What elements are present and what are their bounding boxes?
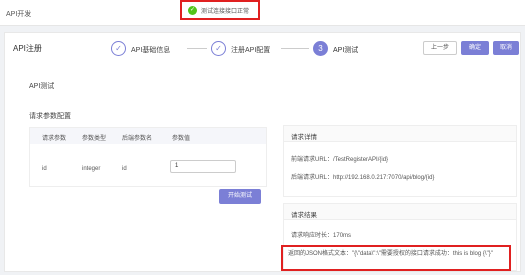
column-header: 参数值 (172, 136, 191, 142)
step-2-label: 注册API配置 (231, 47, 271, 54)
column-header: 后端参数名 (122, 136, 153, 142)
param-name-cell: id (42, 166, 47, 172)
duration-label: 请求响应时长： (291, 233, 334, 239)
step-connector (281, 48, 309, 49)
request-result-title: 请求结果 (291, 212, 317, 219)
column-header: 请求参数 (42, 136, 67, 142)
main-panel: API注册 ✓ API基础信息 ✓ 注册API配置 3 API测试 上一步 确定… (4, 32, 521, 272)
param-type-cell: integer (82, 166, 101, 172)
card-header: 请求详情 (284, 126, 516, 142)
step-3-label: API测试 (333, 47, 359, 54)
frontend-url-value: /TestRegisterAPI/{id} (333, 157, 389, 163)
step-1-label: API基础信息 (131, 47, 171, 54)
step-1-check-icon: ✓ (111, 41, 126, 56)
duration-value: 170ms (333, 233, 352, 239)
test-section-title: API测试 (29, 83, 55, 90)
top-bar: API开发 (0, 0, 525, 26)
request-details-title: 请求详情 (291, 134, 317, 141)
frontend-url-label: 前端请求URL： (291, 157, 334, 163)
step-connector (187, 48, 207, 49)
previous-step-button[interactable]: 上一步 (423, 41, 457, 55)
request-details-card: 请求详情 前端请求URL：/TestRegisterAPI/{id} 后端请求U… (283, 125, 517, 197)
cancel-button[interactable]: 取消 (493, 41, 519, 55)
params-table: 请求参数 参数类型 后端参数名 参数值 id integer id 1 (29, 127, 267, 187)
response-highlight-box: 返回的JSON格式文本："{\"data\":\"需要授权的接口请求成功：thi… (281, 245, 511, 271)
frontend-url-line: 前端请求URL：/TestRegisterAPI/{id} (291, 154, 388, 163)
toast-text: 测试连接接口正常 (201, 8, 250, 15)
response-value: "{\"data\":\"需要授权的接口请求成功：this is blog {\… (352, 251, 493, 257)
duration-line: 请求响应时长：170ms (291, 230, 351, 239)
page-title: API注册 (13, 44, 42, 53)
backend-url-value: http://192.168.0.217:7070/api/blog/{id} (333, 175, 435, 181)
response-label: 返回的JSON格式文本： (288, 251, 353, 257)
backend-param-cell: id (122, 166, 127, 172)
param-value-input[interactable]: 1 (170, 160, 236, 173)
params-section-title: 请求参数配置 (29, 113, 71, 120)
start-test-button[interactable]: 开始测试 (219, 189, 261, 204)
backend-url-line: 后端请求URL：http://192.168.0.217:7070/api/bl… (291, 172, 434, 181)
module-title: API开发 (6, 11, 32, 18)
backend-url-label: 后端请求URL： (291, 175, 334, 181)
step-2-check-icon: ✓ (211, 41, 226, 56)
check-circle-icon: ✓ (188, 5, 197, 15)
response-text: 返回的JSON格式文本："{\"data\":\"需要授权的接口请求成功：thi… (288, 250, 506, 258)
column-header: 参数类型 (82, 136, 107, 142)
confirm-button[interactable]: 确定 (461, 41, 489, 55)
step-indicator: ✓ API基础信息 ✓ 注册API配置 3 API测试 (111, 39, 371, 57)
success-toast: ✓ 测试连接接口正常 (180, 0, 260, 20)
step-3-number: 3 (313, 41, 328, 56)
card-header: 请求结果 (284, 204, 516, 220)
table-header: 请求参数 参数类型 后端参数名 参数值 (30, 128, 266, 144)
